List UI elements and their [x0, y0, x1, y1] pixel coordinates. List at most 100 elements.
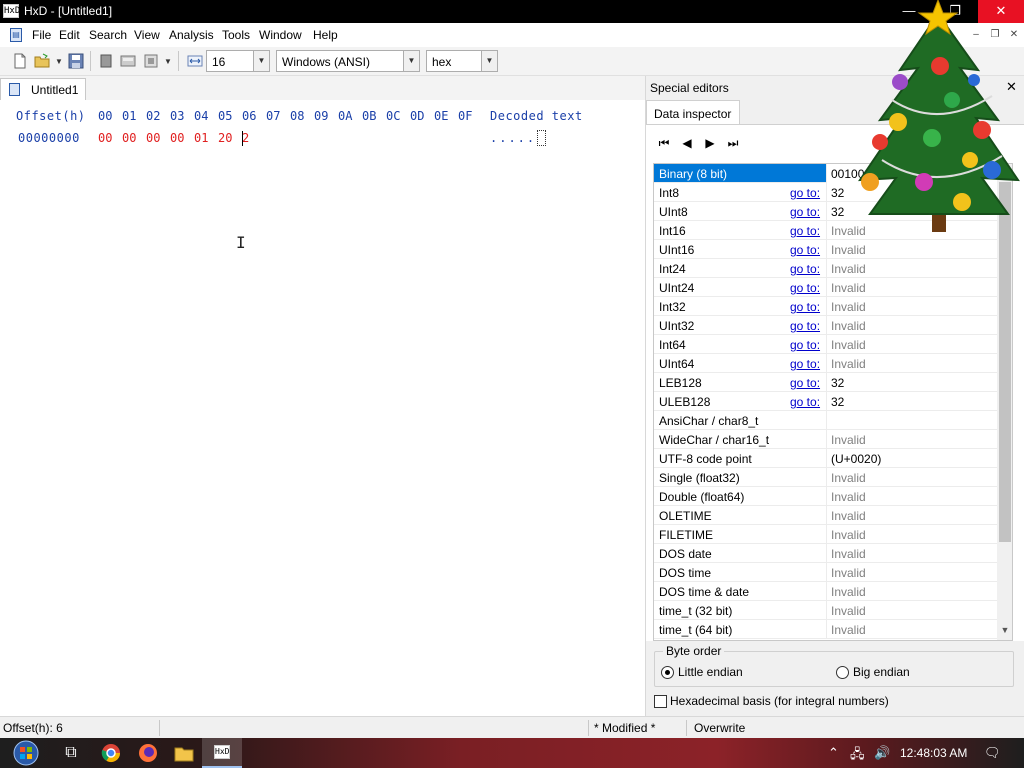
network-icon[interactable]: 🖧 [850, 745, 865, 767]
inspector-row-value[interactable]: Invalid [826, 335, 997, 354]
save-icon[interactable] [68, 53, 84, 69]
inspector-row-value[interactable]: Invalid [826, 525, 997, 544]
hex-byte[interactable]: 00 [98, 131, 112, 145]
inspector-row[interactable]: LEB128 go to: 32 [654, 373, 997, 392]
inspector-row[interactable]: UTF-8 code point (U+0020) [654, 449, 997, 468]
menu-edit[interactable]: Edit [59, 28, 80, 42]
menu-file[interactable]: File [32, 28, 51, 42]
inspector-row-value[interactable]: Invalid [826, 240, 997, 259]
disk-icon[interactable] [120, 53, 136, 69]
goto-link[interactable]: go to: [790, 300, 820, 314]
chevron-down-icon[interactable]: ▼ [481, 51, 497, 71]
taskbar-hxd-button[interactable]: HxD [202, 738, 242, 768]
goto-link[interactable]: go to: [790, 186, 820, 200]
hex-byte[interactable]: 00 [146, 131, 160, 145]
inspector-row[interactable]: UInt64 go to: Invalid [654, 354, 997, 373]
menu-search[interactable]: Search [89, 28, 127, 42]
goto-link[interactable]: go to: [790, 395, 820, 409]
windows-start-icon[interactable] [6, 739, 46, 767]
document-properties-icon[interactable] [98, 53, 114, 69]
hex-byte[interactable]: 00 [122, 131, 136, 145]
new-file-icon[interactable] [12, 53, 28, 69]
previous-icon[interactable]: ◀ [678, 135, 696, 151]
hex-byte[interactable]: 20 [218, 131, 232, 145]
inspector-row[interactable]: ULEB128 go to: 32 [654, 392, 997, 411]
inspector-row-value[interactable]: Invalid [826, 316, 997, 335]
inspector-row[interactable]: DOS time Invalid [654, 563, 997, 582]
inspector-row-value[interactable]: Invalid [826, 563, 997, 582]
inspector-row-value[interactable]: Invalid [826, 430, 997, 449]
action-center-icon[interactable]: 🗨 [984, 745, 1001, 761]
taskbar-clock[interactable]: 12:48:03 AM [900, 746, 967, 760]
inspector-row-value[interactable]: Invalid [826, 468, 997, 487]
inspector-row-value[interactable]: (U+0020) [826, 449, 997, 468]
goto-link[interactable]: go to: [790, 376, 820, 390]
file-explorer-icon[interactable] [173, 742, 195, 764]
goto-link[interactable]: go to: [790, 319, 820, 333]
tab-untitled1[interactable]: Untitled1 [0, 78, 86, 100]
goto-link[interactable]: go to: [790, 243, 820, 257]
inspector-row[interactable]: Single (float32) Invalid [654, 468, 997, 487]
first-icon[interactable]: ⏮ [655, 135, 673, 151]
inspector-row-value[interactable]: Invalid [826, 259, 997, 278]
inspector-row[interactable]: time_t (32 bit) Invalid [654, 601, 997, 620]
inspector-row-value[interactable]: Invalid [826, 297, 997, 316]
inspector-row[interactable]: Int24 go to: Invalid [654, 259, 997, 278]
big-endian-radio[interactable] [836, 666, 849, 679]
goto-link[interactable]: go to: [790, 262, 820, 276]
inspector-row[interactable]: Double (float64) Invalid [654, 487, 997, 506]
little-endian-label[interactable]: Little endian [678, 665, 743, 679]
inspector-row-value[interactable]: Invalid [826, 620, 997, 639]
task-view-icon[interactable]: ⧉ [60, 742, 82, 764]
inspector-row[interactable]: UInt24 go to: Invalid [654, 278, 997, 297]
big-endian-label[interactable]: Big endian [853, 665, 910, 679]
hex-basis-checkbox[interactable] [654, 695, 667, 708]
last-icon[interactable]: ⏭ [724, 135, 742, 151]
inspector-row-value[interactable]: Invalid [826, 506, 997, 525]
tray-overflow-icon[interactable]: ⌃ [828, 745, 839, 761]
little-endian-radio[interactable] [661, 666, 674, 679]
goto-link[interactable]: go to: [790, 357, 820, 371]
offset-base-combo[interactable]: hex ▼ [426, 50, 498, 72]
inspector-row[interactable]: DOS date Invalid [654, 544, 997, 563]
goto-link[interactable]: go to: [790, 338, 820, 352]
goto-link[interactable]: go to: [790, 281, 820, 295]
document-icon[interactable]: ▤ [10, 28, 22, 42]
inspector-row-value[interactable]: 32 [826, 392, 997, 411]
hex-byte[interactable]: 00 [170, 131, 184, 145]
inspector-row[interactable]: time_t (64 bit) Invalid [654, 620, 997, 639]
hex-byte[interactable]: 01 [194, 131, 208, 145]
menu-analysis[interactable]: Analysis [169, 28, 214, 42]
hex-editor[interactable]: Offset(h) 00 01 02 03 04 05 06 07 08 09 … [0, 100, 645, 716]
open-folder-icon[interactable] [34, 53, 50, 69]
inspector-row[interactable]: DOS time & date Invalid [654, 582, 997, 601]
charset-combo[interactable]: Windows (ANSI) ▼ [276, 50, 420, 72]
firefox-icon[interactable] [137, 742, 159, 764]
menu-view[interactable]: View [134, 28, 160, 42]
menu-window[interactable]: Window [259, 28, 302, 42]
inspector-row[interactable]: Int32 go to: Invalid [654, 297, 997, 316]
inspector-row[interactable]: OLETIME Invalid [654, 506, 997, 525]
inspector-row[interactable]: FILETIME Invalid [654, 525, 997, 544]
chevron-down-icon[interactable]: ▼ [403, 51, 419, 71]
memory-dropdown-icon[interactable]: ▼ [164, 57, 172, 66]
volume-icon[interactable]: 🔊 [874, 745, 890, 761]
inspector-row[interactable]: UInt32 go to: Invalid [654, 316, 997, 335]
next-icon[interactable]: ▶ [701, 135, 719, 151]
scrollbar-thumb[interactable] [999, 182, 1011, 542]
inspector-row[interactable]: Int64 go to: Invalid [654, 335, 997, 354]
goto-link[interactable]: go to: [790, 224, 820, 238]
inspector-row-value[interactable]: 32 [826, 373, 997, 392]
inspector-row-value[interactable]: Invalid [826, 487, 997, 506]
inspector-row[interactable]: WideChar / char16_t Invalid [654, 430, 997, 449]
tab-data-inspector[interactable]: Data inspector [646, 100, 740, 124]
decoded-text[interactable]: ..... [490, 131, 536, 145]
inspector-row[interactable]: UInt16 go to: Invalid [654, 240, 997, 259]
chevron-down-icon[interactable]: ▼ [253, 51, 269, 71]
chrome-icon[interactable] [100, 742, 122, 764]
inspector-row-value[interactable]: Invalid [826, 601, 997, 620]
hex-byte[interactable]: 2 [242, 131, 249, 145]
menu-tools[interactable]: Tools [222, 28, 250, 42]
open-dropdown-icon[interactable]: ▼ [55, 57, 63, 66]
inspector-row-value[interactable] [826, 411, 997, 430]
